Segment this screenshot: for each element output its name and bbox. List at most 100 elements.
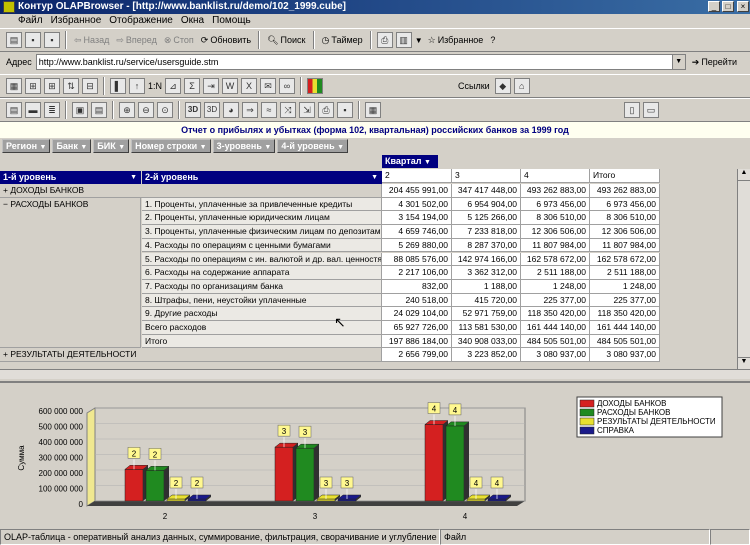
table-cell[interactable]: 11 807 984,00 [521, 238, 590, 253]
table-cell[interactable]: 7 233 818,00 [452, 225, 521, 239]
table-cell[interactable]: 4 659 746,00 [382, 225, 452, 239]
mail-icon[interactable]: ✉ [260, 78, 277, 94]
stop-button[interactable]: ⊗ Стоп [162, 31, 196, 49]
table-cell[interactable]: 65 927 726,00 [382, 321, 452, 335]
save-chart-icon[interactable]: ▪ [337, 102, 353, 118]
row-level2-6[interactable]: 6. Расходы на содержание аппарата [142, 266, 382, 280]
table-cell[interactable]: 347 417 448,00 [452, 184, 521, 198]
address-input[interactable]: http://www.banklist.ru/service/usersguid… [35, 54, 686, 70]
table-cell[interactable]: 24 029 104,00 [382, 307, 452, 321]
table-cell[interactable]: 3 080 937,00 [590, 348, 660, 363]
column-dimension-quarter[interactable]: Квартал ▼ [382, 155, 438, 168]
row-level2-10[interactable]: Всего расходов [142, 321, 382, 335]
zoom-out-icon[interactable]: ⊖ [138, 102, 154, 118]
table-cell[interactable]: 161 444 140,00 [521, 321, 590, 335]
scroll-up-icon[interactable]: ▲ [738, 169, 750, 181]
chart-rotate-icon[interactable]: ⤨ [280, 102, 296, 118]
table-cell[interactable]: 3 154 194,00 [382, 211, 452, 226]
table-cell[interactable]: 484 505 501,00 [521, 334, 590, 349]
menu-view[interactable]: Отображение [109, 14, 173, 28]
table-layout-icon[interactable]: ▦ [6, 78, 22, 94]
table-cell[interactable]: 118 350 420,00 [590, 307, 660, 321]
refresh-button[interactable]: ⟳ Обновить [199, 31, 253, 49]
table-cell[interactable]: 6 973 456,00 [521, 197, 590, 212]
table-cell[interactable]: 484 505 501,00 [590, 334, 660, 349]
table-cell[interactable]: 197 886 184,00 [382, 334, 452, 349]
table-cell[interactable]: 162 578 672,00 [521, 252, 590, 267]
table-cell[interactable]: 1 188,00 [452, 279, 521, 294]
menu-windows[interactable]: Окна [181, 14, 204, 28]
row-level2-1[interactable]: 1. Проценты, уплаченные за привлеченные … [142, 197, 382, 212]
table-cell[interactable]: 8 306 510,00 [521, 211, 590, 226]
row-level1-0[interactable]: + ДОХОДЫ БАНКОВ [0, 184, 382, 198]
chart-type-icon[interactable]: ▥ [395, 32, 412, 48]
table-cell[interactable]: 3 080 937,00 [521, 348, 590, 363]
add-column-icon[interactable]: ⊞ [44, 78, 60, 94]
menu-file[interactable]: Файл [18, 14, 43, 28]
color-icon[interactable] [307, 78, 324, 94]
list-icon[interactable]: ≣ [44, 102, 60, 118]
table-cell[interactable]: 415 720,00 [452, 293, 521, 308]
table-cell[interactable]: 2 511 188,00 [521, 266, 590, 280]
table-cell[interactable]: 6 954 904,00 [452, 197, 521, 212]
table-cell[interactable]: 11 807 984,00 [590, 238, 660, 253]
cube-icon[interactable]: ◆ [494, 78, 511, 94]
table-cell[interactable]: 118 350 420,00 [521, 307, 590, 321]
table-cell[interactable]: 6 973 456,00 [590, 197, 660, 212]
table-cell[interactable]: 4 301 502,00 [382, 197, 452, 212]
dimension-4[interactable]: 3-уровень ▼ [212, 139, 276, 153]
table-cell[interactable]: 3 362 312,00 [452, 266, 521, 280]
horizontal-scrollbar[interactable] [0, 369, 750, 379]
row-level2-7[interactable]: 7. Расходы по организациям банка [142, 279, 382, 294]
table-cell[interactable]: 493 262 883,00 [590, 184, 660, 198]
dimension-5[interactable]: 4-й уровень ▼ [277, 139, 349, 153]
table-cell[interactable]: 12 306 506,00 [590, 225, 660, 239]
table-cell[interactable]: 493 262 883,00 [521, 184, 590, 198]
row-level2-4[interactable]: 4. Расходы по операциям с ценными бумага… [142, 238, 382, 253]
calc-icon[interactable]: ▤ [91, 102, 107, 118]
column-header-0[interactable]: 2 [382, 169, 452, 183]
table-cell[interactable]: 1 248,00 [521, 279, 590, 294]
grid-icon[interactable]: ▤ [6, 102, 22, 118]
table-cell[interactable]: 1 248,00 [590, 279, 660, 294]
address-dropdown-icon[interactable]: ▼ [671, 55, 685, 69]
zoom-in-icon[interactable]: ⊕ [119, 102, 135, 118]
table-cell[interactable]: 8 306 510,00 [590, 211, 660, 226]
dimension-0[interactable]: Регион ▼ [2, 139, 51, 153]
row-level2-5[interactable]: 5. Расходы по операциям с ин. валютой и … [142, 252, 382, 267]
menu-help[interactable]: Помощь [212, 14, 251, 28]
dimension-2[interactable]: БИК ▼ [93, 139, 130, 153]
favorites-button[interactable]: ☆ Избранное [426, 31, 486, 49]
sum-icon[interactable]: Σ [184, 78, 201, 94]
row-level2-11[interactable]: Итого [142, 334, 382, 349]
bar-sort-icon[interactable]: ▌ [110, 78, 126, 94]
table-cell[interactable]: 204 455 991,00 [382, 184, 452, 198]
table-cell[interactable]: 8 287 370,00 [452, 238, 521, 253]
row-level2-2[interactable]: 2. Проценты, уплаченные юридическим лица… [142, 211, 382, 226]
save-as-icon[interactable]: ▪ [44, 32, 60, 48]
table-cell[interactable]: 162 578 672,00 [590, 252, 660, 267]
collapse-icon[interactable]: ⊟ [82, 78, 98, 94]
table-cell[interactable]: 3 223 852,00 [452, 348, 521, 363]
row-level2-9[interactable]: 9. Другие расходы [142, 307, 382, 321]
search-button[interactable]: 🔍︎ Поиск [265, 31, 307, 49]
table-cell[interactable]: 832,00 [382, 279, 452, 294]
table-cell[interactable]: 2 656 799,00 [382, 348, 452, 363]
3d-depth-icon[interactable]: 3D [204, 102, 220, 118]
table-cell[interactable]: 2 217 106,00 [382, 266, 452, 280]
table-cell[interactable]: 225 377,00 [590, 293, 660, 308]
column-header-2[interactable]: 4 [521, 169, 590, 183]
properties-icon[interactable]: ▣ [72, 102, 88, 118]
timer-button[interactable]: ◷ Таймер [320, 31, 365, 49]
back-button[interactable]: ⇦ Назад [72, 31, 111, 49]
save-icon[interactable]: ▪ [25, 32, 41, 48]
form-icon[interactable]: ▬ [25, 102, 41, 118]
help-button[interactable]: ? [488, 31, 497, 49]
table-cell[interactable]: 161 444 140,00 [590, 321, 660, 335]
table-cell[interactable]: 240 518,00 [382, 293, 452, 308]
dimension-1[interactable]: Банк ▼ [52, 139, 92, 153]
export-icon[interactable]: ⇥ [203, 78, 220, 94]
print-chart-icon[interactable]: ⎙ [318, 102, 334, 118]
table-cell[interactable]: 340 908 033,00 [452, 334, 521, 349]
window-icon[interactable]: ▭ [643, 102, 659, 118]
